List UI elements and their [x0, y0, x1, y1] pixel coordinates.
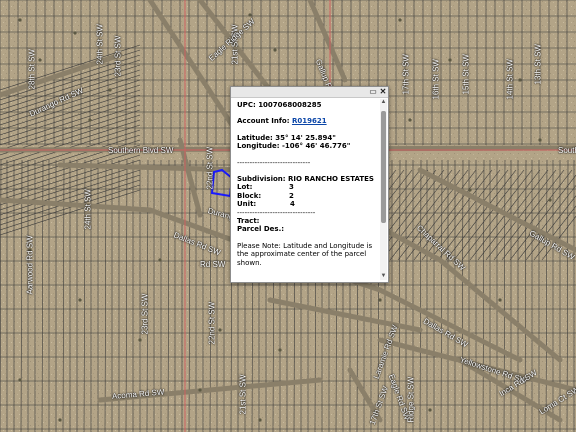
vegetation: [158, 258, 162, 262]
vegetation: [18, 378, 22, 382]
road-label-21st-st-sw-2: 21st St SW: [238, 374, 248, 415]
popup-content: UPC: 1007068008285 Account Info: R019621…: [237, 101, 378, 278]
separator: -----------------------------: [237, 158, 311, 167]
parcel-info-popup[interactable]: ▭ ✕ UPC: 1007068008285 Account Info: R01…: [230, 86, 389, 283]
road-label-15th-st-sw: 15th St SW: [461, 54, 471, 95]
road-label-rd-sw: Rd SW: [200, 260, 226, 269]
road-label-16th-st-sw: 16th St SW: [431, 59, 441, 100]
vegetation: [78, 298, 82, 302]
vegetation: [18, 18, 22, 22]
road-label-southern-blvd-sw: Southern Blvd SW: [108, 146, 174, 155]
vegetation: [548, 198, 552, 202]
longitude-line: Longitude: -106° 46' 46.776": [237, 142, 351, 151]
subdivision-line: Subdivision: RIO RANCHO ESTATES: [237, 175, 374, 184]
vegetation: [428, 408, 432, 412]
map-view[interactable]: 28th St SW 24th St SW 23rd St SW 22nd St SW…: [0, 0, 576, 432]
road-label-22nd-st-sw-2: 22nd St SW: [207, 301, 217, 345]
road-label-17th-st-sw: 17th St SW: [401, 54, 411, 95]
maximize-icon[interactable]: ▭: [369, 88, 377, 96]
vegetation: [38, 58, 42, 62]
vegetation: [138, 338, 142, 342]
popup-titlebar[interactable]: ▭ ✕: [231, 87, 388, 98]
close-icon[interactable]: ✕: [379, 88, 387, 96]
upc-line: UPC: 1007068008285: [237, 101, 322, 109]
vegetation: [258, 418, 262, 422]
scroll-thumb[interactable]: [381, 111, 386, 223]
vegetation: [448, 58, 452, 62]
latitude-line: Latitude: 35° 14' 25.894": [237, 133, 336, 142]
parcel-des-line: Parcel Des.:: [237, 225, 285, 234]
road-label-23rd-st-sw-2: 23rd St SW: [140, 293, 150, 335]
block-row: Block: 2: [237, 191, 294, 200]
road-label-28th-st-sw: 28th St SW: [27, 49, 37, 90]
road-label-ridge-st-sw: Ridge St SW: [406, 376, 416, 423]
vegetation: [273, 48, 277, 52]
separator-2: -------------------------------: [237, 208, 316, 217]
road-label-14th-st-sw: 14th St SW: [505, 59, 515, 100]
account-line: Account Info: R019621: [237, 117, 327, 126]
vegetation: [538, 138, 542, 142]
vegetation: [278, 348, 282, 352]
vegetation: [468, 188, 472, 192]
vegetation: [498, 298, 502, 302]
road-label-23rd-st-sw: 23rd St SW: [113, 35, 123, 77]
vegetation: [108, 88, 112, 92]
account-link[interactable]: R019621: [292, 117, 327, 125]
vegetation: [73, 31, 77, 35]
disclaimer-note: Please Note: Latitude and Longitude is t…: [237, 241, 373, 267]
scroll-down-icon[interactable]: ▼: [380, 273, 387, 280]
road-label-24th-st-sw: 24th St SW: [95, 24, 105, 65]
popup-scrollbar[interactable]: ▲ ▼: [380, 99, 387, 280]
road-label-22nd-st-sw: 22nd St SW: [205, 146, 215, 190]
vegetation: [518, 78, 522, 82]
vegetation: [58, 418, 62, 422]
unit-row: Unit: 4: [237, 200, 295, 209]
vegetation: [408, 118, 412, 122]
vegetation: [88, 118, 92, 122]
tract-line: Tract:: [237, 217, 260, 226]
road-label-13th-st-sw: 13th St SW: [533, 44, 543, 85]
road-label-southern-blvd-sw-right: Southe: [558, 146, 576, 155]
vegetation: [218, 328, 222, 332]
road-label-aarwood-rd-sw: Aarwood Rd SW: [25, 235, 35, 295]
vegetation: [378, 298, 382, 302]
vegetation: [198, 388, 202, 392]
lot-row: Lot: 3: [237, 183, 294, 192]
scroll-up-icon[interactable]: ▲: [380, 99, 387, 106]
road-label-24th-st-sw-2: 24th St SW: [83, 189, 93, 230]
vegetation: [398, 18, 402, 22]
